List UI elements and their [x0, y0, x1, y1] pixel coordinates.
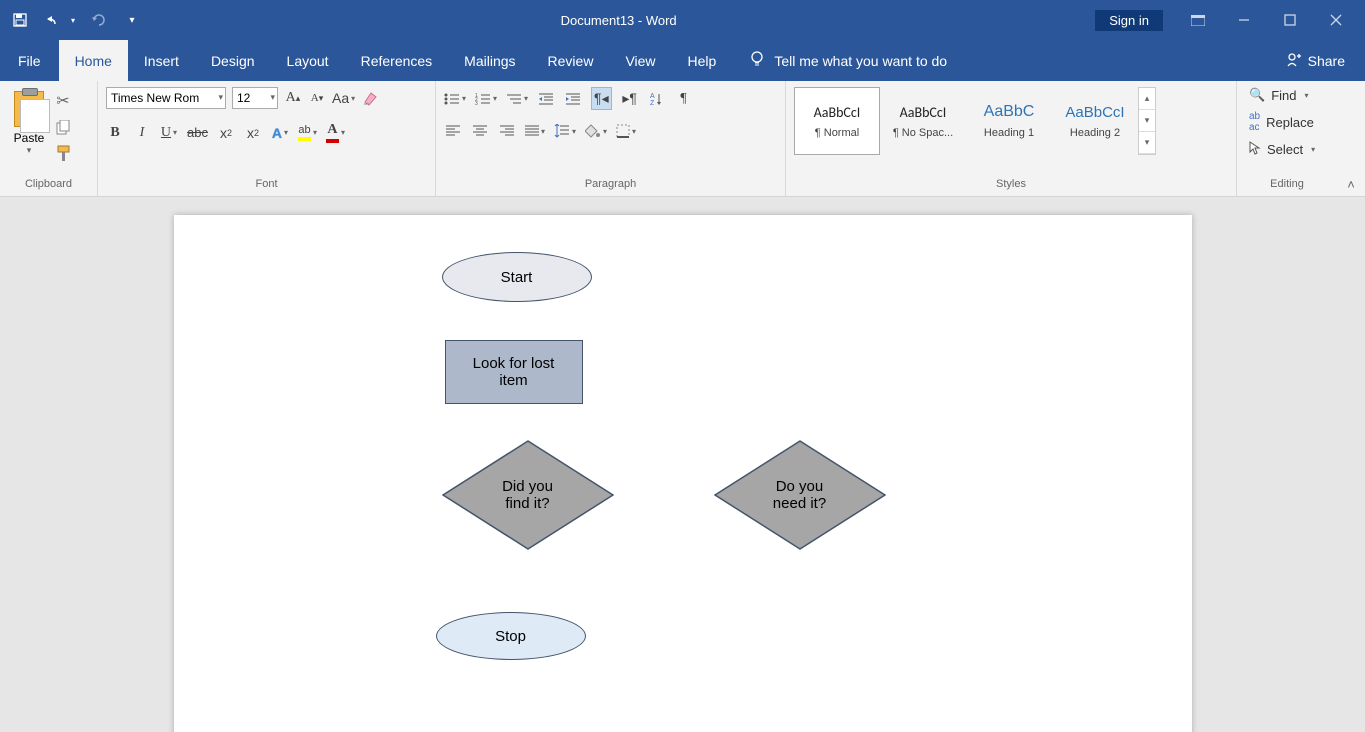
ribbon-display-icon[interactable]	[1175, 5, 1221, 35]
cursor-icon	[1249, 141, 1261, 158]
borders-button[interactable]: ▾	[616, 124, 636, 138]
chevron-down-icon[interactable]: ▾	[27, 145, 32, 156]
svg-text:A: A	[650, 93, 655, 100]
tab-file[interactable]: File	[0, 40, 59, 81]
flowchart-terminator-start[interactable]: Start	[442, 252, 592, 302]
tab-layout[interactable]: Layout	[271, 40, 345, 81]
find-button[interactable]: 🔍Find▾	[1245, 85, 1313, 105]
save-icon[interactable]	[10, 10, 30, 30]
paste-icon	[14, 91, 44, 127]
minimize-icon[interactable]	[1221, 5, 1267, 35]
change-case-button[interactable]: Aa▾	[332, 90, 355, 106]
tab-help[interactable]: Help	[672, 40, 733, 81]
replace-icon: abac	[1249, 111, 1260, 133]
group-label-clipboard: Clipboard	[4, 178, 93, 196]
cut-icon[interactable]: ✂	[53, 91, 73, 111]
multilevel-list-button[interactable]: ▾	[506, 92, 528, 106]
format-painter-icon[interactable]	[53, 143, 73, 163]
search-icon: 🔍	[1249, 87, 1265, 103]
tab-view[interactable]: View	[609, 40, 671, 81]
strikethrough-button[interactable]: abc	[187, 125, 208, 140]
bold-button[interactable]: B	[106, 125, 124, 141]
style-normal[interactable]: AaBbCcI¶ Normal	[794, 87, 880, 155]
undo-icon[interactable]	[44, 10, 64, 30]
tab-insert[interactable]: Insert	[128, 40, 195, 81]
title-bar: ▾ ▾ Document13 - Word Sign in	[0, 0, 1365, 40]
share-label: Share	[1308, 53, 1345, 69]
grow-font-icon[interactable]: A▴	[284, 90, 302, 106]
group-label-styles: Styles	[790, 178, 1232, 196]
align-left-button[interactable]	[444, 125, 462, 137]
text-effects-button[interactable]: A▾	[271, 125, 289, 141]
share-button[interactable]: Share	[1266, 40, 1365, 81]
justify-button[interactable]: ▾	[525, 125, 545, 137]
subscript-button[interactable]: x2	[217, 125, 235, 141]
group-label-paragraph: Paragraph	[440, 178, 781, 196]
styles-more-button[interactable]: ▴▾▾	[1138, 87, 1156, 155]
page[interactable]: Start Look for lost item Did you find it…	[174, 215, 1192, 732]
font-name-combo[interactable]: Times New Rom▾	[106, 87, 226, 109]
superscript-button[interactable]: x2	[244, 125, 262, 141]
decrease-indent-button[interactable]	[537, 92, 555, 106]
increase-indent-button[interactable]	[564, 92, 582, 106]
numbering-button[interactable]: 123▾	[475, 92, 497, 106]
flowchart-process[interactable]: Look for lost item	[445, 340, 583, 404]
rtl-direction-button[interactable]: ▸¶	[621, 90, 639, 107]
font-color-button[interactable]: A▾	[326, 122, 345, 143]
font-size-combo[interactable]: 12▾	[232, 87, 278, 109]
sort-button[interactable]: AZ	[648, 92, 666, 106]
svg-text:Z: Z	[650, 100, 655, 106]
share-icon	[1286, 51, 1302, 70]
tell-me-search[interactable]: Tell me what you want to do	[748, 40, 947, 81]
paste-label: Paste	[14, 131, 45, 145]
undo-more-icon[interactable]: ▾	[68, 10, 78, 30]
document-area[interactable]: Start Look for lost item Did you find it…	[0, 197, 1365, 732]
ribbon: Paste ▾ ✂ Clipboard Times New Rom▾ 12▾ A…	[0, 81, 1365, 197]
paste-button[interactable]: Paste ▾	[8, 87, 50, 156]
group-label-font: Font	[102, 178, 431, 196]
style-nospac[interactable]: AaBbCcI¶ No Spac...	[880, 87, 966, 155]
maximize-icon[interactable]	[1267, 5, 1313, 35]
sign-in-button[interactable]: Sign in	[1095, 10, 1163, 31]
underline-button[interactable]: U▾	[160, 125, 178, 141]
qat-more-icon[interactable]: ▾	[122, 10, 142, 30]
flowchart-decision-1[interactable]: Did you find it?	[442, 440, 614, 550]
clear-formatting-icon[interactable]	[361, 90, 379, 106]
show-hide-marks-button[interactable]: ¶	[675, 91, 693, 107]
ribbon-tabs: File Home Insert Design Layout Reference…	[0, 40, 1365, 81]
style-heading2[interactable]: AaBbCcIHeading 2	[1052, 87, 1138, 155]
redo-icon[interactable]	[88, 10, 108, 30]
close-icon[interactable]	[1313, 5, 1359, 35]
flowchart-terminator-stop[interactable]: Stop	[436, 612, 586, 660]
style-heading1[interactable]: AaBbCHeading 1	[966, 87, 1052, 155]
shrink-font-icon[interactable]: A▾	[308, 92, 326, 104]
svg-text:3: 3	[475, 101, 478, 106]
tab-home[interactable]: Home	[59, 40, 128, 81]
italic-button[interactable]: I	[133, 125, 151, 141]
align-right-button[interactable]	[498, 125, 516, 137]
copy-icon[interactable]	[53, 117, 73, 137]
flowchart-decision-2[interactable]: Do you need it?	[714, 440, 886, 550]
select-button[interactable]: Select▾	[1245, 139, 1319, 160]
tell-me-label: Tell me what you want to do	[774, 53, 947, 69]
tab-review[interactable]: Review	[532, 40, 610, 81]
tab-design[interactable]: Design	[195, 40, 271, 81]
group-label-editing: Editing	[1241, 178, 1333, 196]
highlight-button[interactable]: ab▾	[298, 124, 317, 141]
tab-references[interactable]: References	[345, 40, 449, 81]
tab-mailings[interactable]: Mailings	[448, 40, 531, 81]
ltr-direction-button[interactable]: ¶◂	[591, 87, 612, 110]
replace-button[interactable]: abacReplace	[1245, 109, 1318, 135]
collapse-ribbon-icon[interactable]: ˄	[1337, 81, 1365, 196]
shading-button[interactable]: ▾	[585, 124, 607, 138]
document-title: Document13 - Word	[142, 13, 1095, 28]
styles-gallery: AaBbCcI¶ NormalAaBbCcI¶ No Spac...AaBbCH…	[790, 83, 1232, 178]
bullets-button[interactable]: ▾	[444, 92, 466, 106]
lightbulb-icon	[748, 50, 766, 71]
line-spacing-button[interactable]: ▾	[554, 124, 576, 138]
align-center-button[interactable]	[471, 125, 489, 137]
